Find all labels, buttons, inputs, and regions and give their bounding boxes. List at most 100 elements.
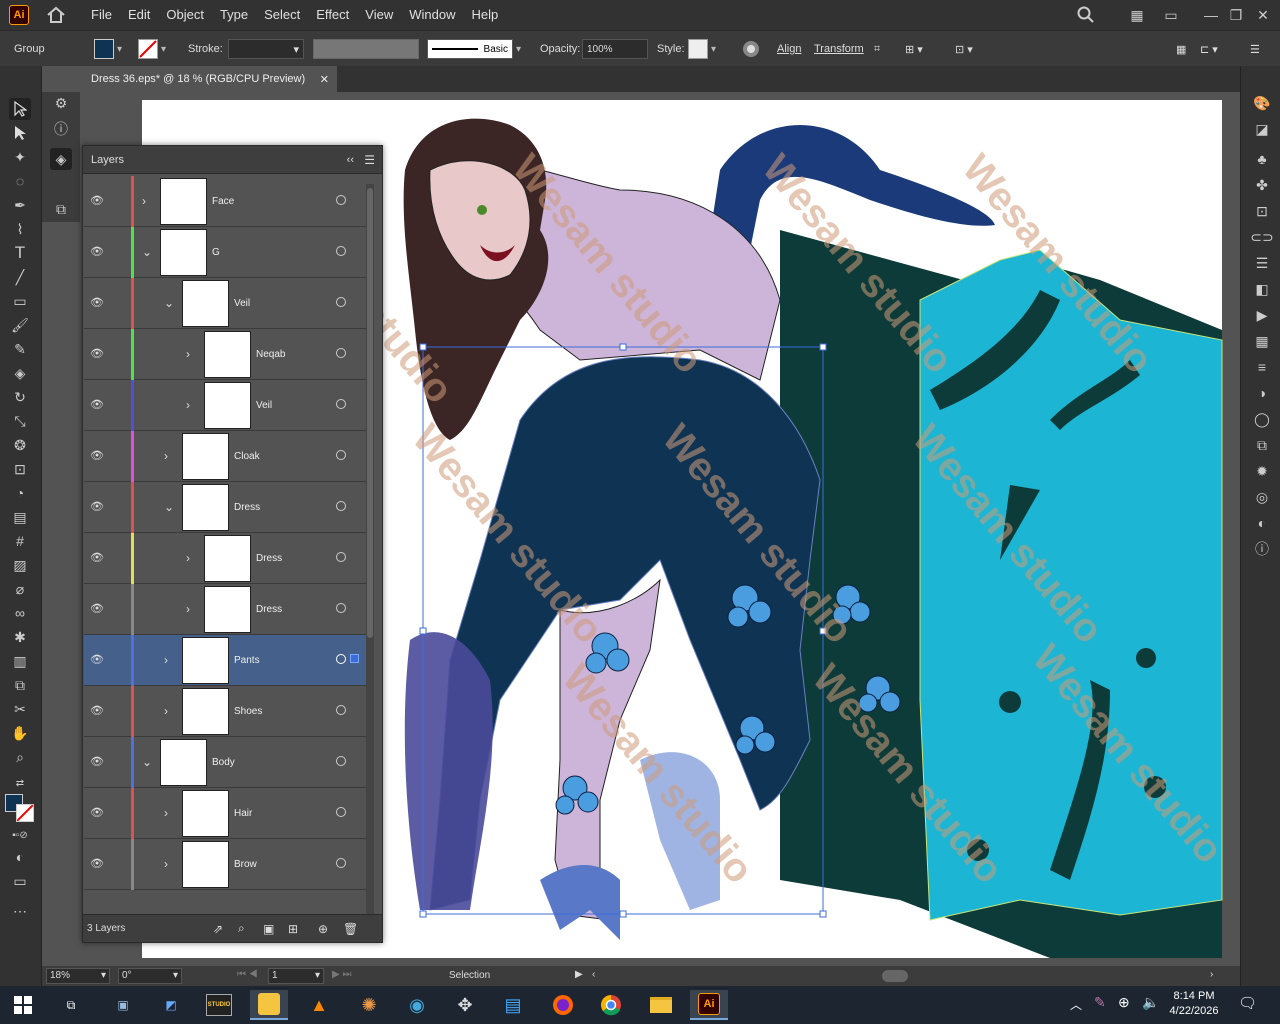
perspective-grid-tool-icon[interactable]: ▤ <box>9 506 31 528</box>
layers-scrollbar[interactable] <box>366 184 374 924</box>
collapse-panel-icon[interactable]: ‹‹ <box>347 154 354 166</box>
rectangle-tool-icon[interactable]: ▭ <box>9 290 31 312</box>
stroke-panel-icon[interactable]: ✹ <box>1251 460 1273 482</box>
color-guide-icon[interactable]: ◪ <box>1251 118 1273 140</box>
selection-tool-icon[interactable] <box>9 98 31 120</box>
taskbar-app-icon[interactable]: ◉ <box>398 990 436 1020</box>
panel-menu-icon[interactable]: ☰ <box>364 153 375 167</box>
collect-export-icon[interactable]: ⇗ <box>213 922 223 936</box>
new-sublayer-icon[interactable]: ⊞ <box>288 922 298 936</box>
network-icon[interactable]: ⊕ <box>1118 994 1130 1011</box>
windows-start-icon[interactable] <box>4 990 42 1020</box>
zoom-value[interactable]: 18% <box>50 970 70 981</box>
search-icon[interactable] <box>1075 4 1097 26</box>
recolor-artwork-icon[interactable] <box>742 31 760 67</box>
document-tab[interactable]: Dress 36.eps* @ 18 % (RGB/CPU Preview) ✕ <box>42 66 337 92</box>
line-tool-icon[interactable]: ╱ <box>9 266 31 288</box>
visibility-eye-icon[interactable]: 👁 <box>90 347 106 361</box>
arrange-documents-icon[interactable]: ▭ <box>1160 4 1182 26</box>
layer-target-icon[interactable] <box>336 756 346 766</box>
layer-name[interactable]: Veil <box>234 298 250 309</box>
asset-export-icon[interactable]: ▦ <box>1251 330 1273 352</box>
layer-row[interactable]: 👁 › Neqab <box>84 329 366 380</box>
clock-time[interactable]: 8:14 PM <box>1166 989 1222 1004</box>
align-panel-icon[interactable]: ☰ <box>1251 252 1273 274</box>
layers-panel-header[interactable]: Layers ‹‹ ☰ <box>83 146 382 174</box>
layer-row[interactable]: 👁 › Dress <box>84 584 366 635</box>
layer-name[interactable]: Face <box>212 196 234 207</box>
stroke-color-box[interactable] <box>16 804 34 822</box>
visibility-eye-icon[interactable]: 👁 <box>90 500 106 514</box>
rotation-field[interactable]: 0° ▾ <box>118 968 182 984</box>
chrome-icon[interactable] <box>592 990 630 1020</box>
layer-name[interactable]: Cloak <box>234 451 260 462</box>
free-transform-tool-icon[interactable]: ⊡ <box>9 458 31 480</box>
expand-arrow-icon[interactable]: › <box>186 602 196 616</box>
artboard-number[interactable]: 1 <box>272 970 278 981</box>
file-explorer-icon[interactable] <box>642 990 680 1020</box>
rotation-value[interactable]: 0° <box>122 970 132 981</box>
artboard-prev-icons[interactable]: ⏮ ◀ <box>237 969 258 980</box>
transparency-icon[interactable]: ◑ <box>1251 382 1273 404</box>
graphic-style-picker[interactable]: ▾ <box>688 31 716 67</box>
close-tab-icon[interactable]: ✕ <box>320 73 329 86</box>
expand-arrow-icon[interactable]: › <box>164 653 174 667</box>
workspace-switcher-icon[interactable]: ▦ <box>1126 4 1148 26</box>
direct-selection-tool-icon[interactable] <box>9 122 31 144</box>
stroke-none-swatch[interactable] <box>138 39 158 59</box>
transform-link[interactable]: Transform <box>814 31 864 67</box>
visibility-eye-icon[interactable]: 👁 <box>90 551 106 565</box>
layer-row[interactable]: 👁 ⌄ Veil <box>84 278 366 329</box>
info-icon[interactable]: ⓘ <box>50 118 72 140</box>
expand-arrow-icon[interactable]: › <box>164 857 174 871</box>
taskbar-app-icon[interactable]: ◩ <box>152 990 190 1020</box>
new-layer-icon[interactable]: ⊕ <box>318 922 328 936</box>
restore-icon[interactable]: ❐ <box>1225 4 1247 26</box>
artboard-tool-icon[interactable]: ⧉ <box>9 674 31 696</box>
expand-arrow-icon[interactable]: › <box>164 449 174 463</box>
brush-definition[interactable]: Basic ▾ <box>427 31 521 67</box>
taskbar-app-icon[interactable] <box>250 990 288 1020</box>
align-link[interactable]: Align <box>777 31 801 67</box>
delete-layer-icon[interactable]: 🗑 <box>343 922 358 936</box>
opacity-value[interactable]: 100% <box>587 44 613 55</box>
layer-name[interactable]: Neqab <box>256 349 285 360</box>
artboard-field[interactable]: 1 ▾ <box>268 968 324 984</box>
shape-builder-tool-icon[interactable]: ◔ <box>9 482 31 504</box>
clock-date[interactable]: 4/22/2026 <box>1166 1004 1222 1019</box>
menu-edit[interactable]: Edit <box>120 0 158 30</box>
vlc-icon[interactable]: ▲ <box>300 990 338 1020</box>
menu-view[interactable]: View <box>357 0 401 30</box>
scroll-left-icon[interactable]: ‹ <box>592 969 595 980</box>
pathfinder-icon[interactable]: ◧ <box>1251 278 1273 300</box>
menu-type[interactable]: Type <box>212 0 256 30</box>
taskbar-app-icon[interactable]: ▣ <box>104 990 142 1020</box>
status-menu-arrow[interactable]: ▶ <box>575 969 583 980</box>
home-icon[interactable] <box>45 4 67 26</box>
layer-name[interactable]: Dress <box>234 502 260 513</box>
mesh-tool-icon[interactable]: # <box>9 530 31 552</box>
layer-row[interactable]: 👁 › Pants <box>84 635 366 686</box>
color-panel-icon[interactable]: 🎨 <box>1251 92 1273 114</box>
rotate-tool-icon[interactable]: ↻ <box>9 386 31 408</box>
warp-tool-icon[interactable]: ❂ <box>9 434 31 456</box>
menu-window[interactable]: Window <box>401 0 463 30</box>
fill-swatch[interactable] <box>94 39 114 59</box>
opacity-field[interactable]: 100% <box>582 31 648 67</box>
paragraph-icon[interactable]: ≡ <box>1251 356 1273 378</box>
layer-target-icon[interactable] <box>336 603 346 613</box>
collapse-arrow-icon[interactable]: ⌄ <box>142 245 152 259</box>
arrange-icon[interactable]: ▦ <box>1176 31 1186 67</box>
visibility-eye-icon[interactable]: 👁 <box>90 755 106 769</box>
layer-row[interactable]: 👁 › Dress <box>84 533 366 584</box>
volume-icon[interactable]: 🔈 <box>1142 994 1159 1011</box>
layer-target-icon[interactable] <box>336 348 346 358</box>
symbol-sprayer-tool-icon[interactable]: ✱ <box>9 626 31 648</box>
scale-tool-icon[interactable]: ⤡ <box>9 410 31 432</box>
layer-target-icon[interactable] <box>336 654 346 664</box>
layer-name[interactable]: Shoes <box>234 706 262 717</box>
image-trace-icon[interactable]: ◐ <box>1251 512 1273 534</box>
layer-row[interactable]: 👁 › Face <box>84 176 366 227</box>
store-icon[interactable]: ▤ <box>494 990 532 1020</box>
draw-mode-icon[interactable]: ◐ <box>9 846 31 868</box>
